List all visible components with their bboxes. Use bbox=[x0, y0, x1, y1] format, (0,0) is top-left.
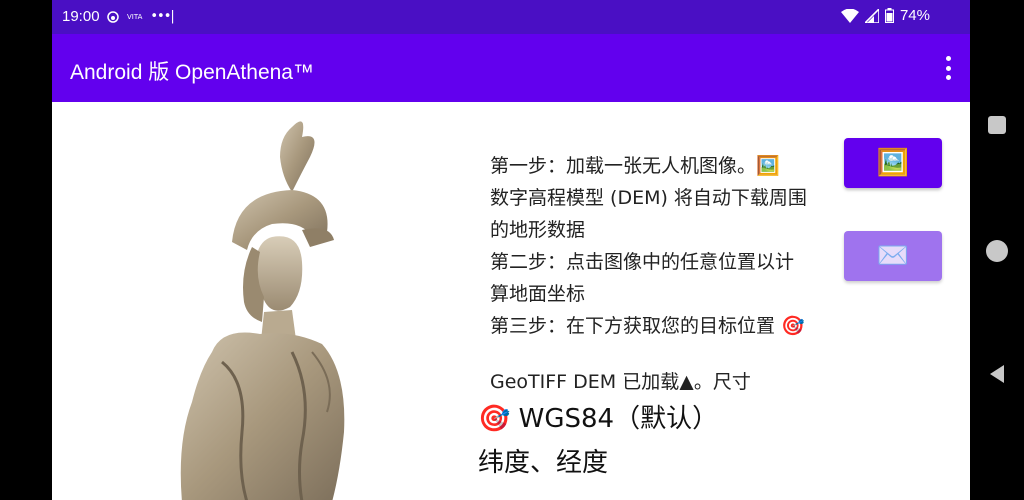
status-time: 19:00 bbox=[62, 8, 100, 25]
more-vert-icon[interactable] bbox=[942, 56, 954, 80]
status-bar: 19:00 VITA •••| 74% bbox=[52, 0, 970, 34]
load-image-button[interactable]: 🖼️ bbox=[844, 138, 942, 188]
back-button[interactable] bbox=[990, 365, 1004, 383]
app-bar: Android 版 OpenAthena™ bbox=[52, 34, 970, 102]
step2-line1: 第二步：点击图像中的任意位置以计 bbox=[490, 251, 795, 273]
notification-circle-icon bbox=[107, 10, 119, 23]
instructions-text[interactable]: 第一步：加载一张无人机图像。🖼️ 数字高程模型 (DEM) 将自动下载周围 的地… bbox=[490, 150, 830, 390]
coordinate-system[interactable]: 🎯 WGS84（默认） bbox=[478, 398, 718, 435]
envelope-icon: ✉️ bbox=[876, 241, 910, 271]
recents-button[interactable] bbox=[988, 116, 1006, 134]
step2-line2: 算地面坐标 bbox=[490, 283, 586, 305]
step3-text: 第三步：在下方获取您的目标位置 🎯 bbox=[490, 315, 805, 337]
main-content: 第一步：加载一张无人机图像。🖼️ 数字高程模型 (DEM) 将自动下载周围 的地… bbox=[52, 102, 970, 500]
send-button[interactable]: ✉️ bbox=[844, 231, 942, 281]
home-button[interactable] bbox=[986, 240, 1008, 262]
nav-bar bbox=[970, 0, 1024, 500]
signal-icon bbox=[864, 8, 879, 23]
status-right-cluster: 74% bbox=[840, 7, 930, 24]
step1-text: 第一步：加载一张无人机图像。🖼️ bbox=[490, 155, 780, 177]
wifi-icon bbox=[840, 8, 859, 23]
app-title: Android 版 OpenAthena™ bbox=[70, 61, 314, 84]
dem-note-line1: 数字高程模型 (DEM) 将自动下载周围 bbox=[490, 187, 807, 209]
coordinate-label[interactable]: 纬度、经度 bbox=[478, 442, 608, 479]
dem-note-line2: 的地形数据 bbox=[490, 219, 586, 241]
notification-text-icon: VITA bbox=[127, 12, 143, 21]
geotiff-status: GeoTIFF DEM 已加载▲。尺寸 bbox=[490, 371, 751, 390]
notification-icons: VITA •••| bbox=[107, 9, 175, 24]
image-icon: 🖼️ bbox=[876, 148, 910, 178]
battery-icon bbox=[884, 8, 894, 23]
battery-percent: 74% bbox=[899, 7, 930, 24]
notification-dots-icon: •••| bbox=[150, 9, 174, 24]
athena-statue-image bbox=[180, 121, 345, 500]
